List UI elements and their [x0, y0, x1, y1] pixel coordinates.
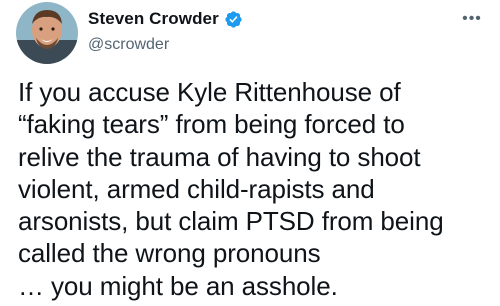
avatar[interactable]: [16, 2, 78, 64]
tweet-text: If you accuse Kyle Rittenhouse of “fakin…: [18, 77, 444, 301]
name-row: Steven Crowder: [88, 8, 243, 30]
handle[interactable]: @scrowder: [88, 36, 243, 54]
display-name[interactable]: Steven Crowder: [88, 9, 219, 29]
more-options-icon[interactable]: •••: [458, 10, 486, 28]
author-block: Steven Crowder @scrowder: [88, 8, 243, 54]
verified-badge-icon: [224, 10, 243, 29]
avatar-image: [16, 2, 78, 64]
